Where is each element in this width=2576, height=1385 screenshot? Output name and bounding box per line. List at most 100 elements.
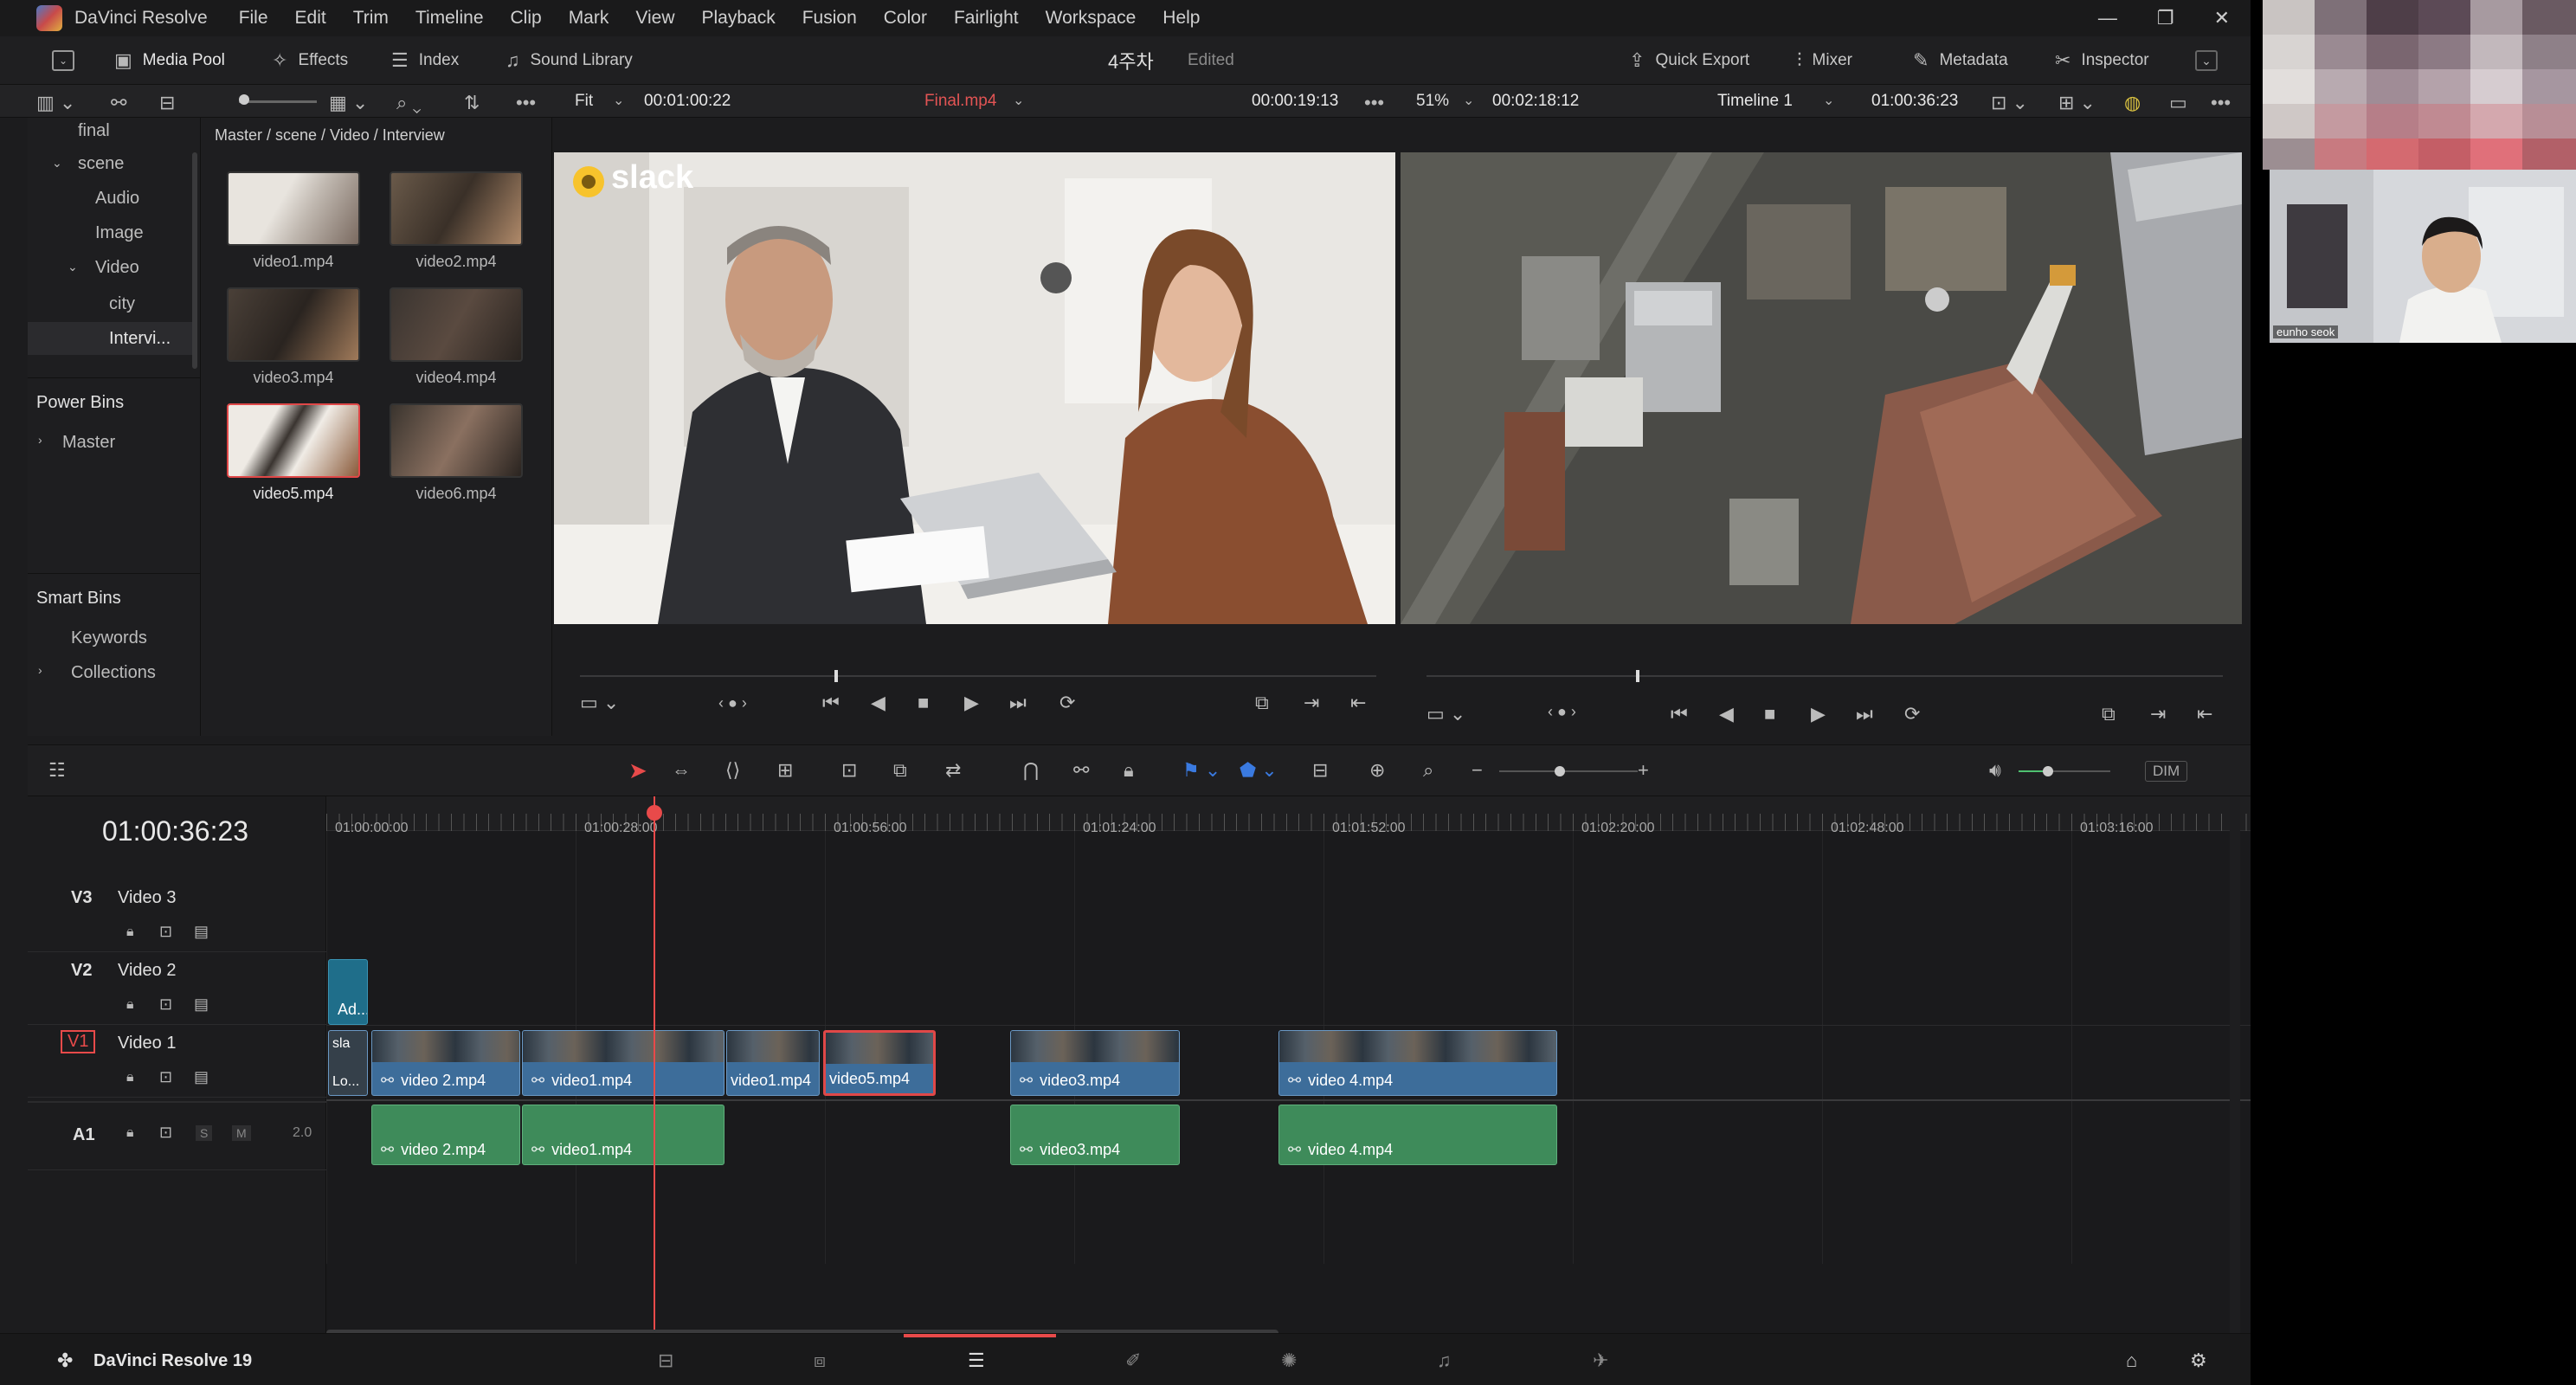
lock-icon[interactable]: 🔒︎ bbox=[126, 1070, 134, 1085]
chevron-down-icon[interactable]: ⌄ bbox=[1463, 92, 1474, 109]
viewer-options-icon[interactable]: ▭ ⌄ bbox=[1426, 703, 1465, 725]
flag-icon[interactable]: ⚑ ⌄ bbox=[1182, 759, 1220, 782]
solo-button[interactable]: S bbox=[196, 1125, 213, 1141]
jog-icon[interactable]: ‹ ● › bbox=[718, 694, 747, 712]
fusion-page-icon[interactable]: ✐ bbox=[1125, 1350, 1141, 1372]
fairlight-page-icon[interactable]: ♫ bbox=[1437, 1350, 1452, 1372]
v1-clip-slack[interactable]: sla Lo... bbox=[328, 1030, 368, 1096]
zoom-full-icon[interactable]: ⊟ bbox=[1312, 759, 1328, 782]
bin-scene[interactable]: scene bbox=[78, 154, 124, 174]
overwrite-clip-icon[interactable]: ⧉ bbox=[893, 759, 907, 782]
menu-mark[interactable]: Mark bbox=[569, 8, 609, 29]
selection-tool-icon[interactable]: ➤ bbox=[628, 757, 647, 784]
stop-icon[interactable]: ■ bbox=[1764, 703, 1775, 725]
home-icon[interactable]: ⌂ bbox=[2126, 1350, 2137, 1372]
a1-clip-video3[interactable]: ⚯ video3.mp4 bbox=[1010, 1105, 1180, 1165]
bin-final[interactable]: final bbox=[78, 121, 110, 141]
media-pool-button[interactable]: ▣ Media Pool bbox=[114, 36, 225, 85]
mark-out-icon[interactable]: ⇤ bbox=[1350, 692, 1366, 714]
zoom-custom-icon[interactable]: ⌕ bbox=[1423, 759, 1433, 782]
menu-clip[interactable]: Clip bbox=[511, 8, 542, 29]
dim-button[interactable]: DIM bbox=[2145, 761, 2188, 782]
lock-icon[interactable]: 🔒︎ bbox=[126, 924, 134, 940]
chevron-down-icon[interactable]: ⌄ bbox=[1013, 92, 1024, 109]
auto-select-icon[interactable]: ⊡ bbox=[159, 1124, 172, 1142]
clip-name-selected[interactable]: video5.mp4 bbox=[211, 485, 376, 503]
zoom-slider[interactable] bbox=[1499, 770, 1638, 772]
track-name[interactable]: Video 3 bbox=[118, 888, 176, 908]
minimize-icon[interactable]: — bbox=[2098, 7, 2117, 29]
source-viewer-frame[interactable]: slack bbox=[554, 152, 1395, 624]
mark-out-icon[interactable]: ⇤ bbox=[2197, 703, 2212, 725]
go-to-start-icon[interactable]: ⏮ bbox=[1671, 703, 1688, 725]
breadcrumb[interactable]: Master / scene / Video / Interview bbox=[215, 126, 445, 145]
a1-clip-video4[interactable]: ⚯ video 4.mp4 bbox=[1278, 1105, 1557, 1165]
clip-name[interactable]: video6.mp4 bbox=[374, 485, 538, 503]
insert-clip-icon[interactable]: ⊡ bbox=[841, 759, 857, 782]
inspector-button[interactable]: ✂ Inspector bbox=[2055, 36, 2149, 85]
index-button[interactable]: ☰ Index bbox=[391, 36, 459, 85]
viewer-options-icon[interactable]: ▭ ⌄ bbox=[580, 692, 619, 714]
clip-thumb-video3[interactable] bbox=[227, 287, 360, 362]
auto-select-icon[interactable]: ⊡ bbox=[159, 995, 172, 1014]
timeline-scrubber[interactable] bbox=[1426, 675, 2223, 677]
more-options-icon[interactable]: ••• bbox=[1364, 92, 1384, 114]
v1-clip-video5-selected[interactable]: video5.mp4 bbox=[823, 1030, 936, 1096]
timeline-playhead[interactable] bbox=[654, 796, 655, 1333]
clip-thumb-video6[interactable] bbox=[390, 403, 523, 478]
v1-clip-video3[interactable]: ⚯ video3.mp4 bbox=[1010, 1030, 1180, 1096]
zoom-in-icon[interactable]: + bbox=[1638, 759, 1649, 782]
a1-clip-video1[interactable]: ⚯ video1.mp4 bbox=[522, 1105, 724, 1165]
zoom-detail-icon[interactable]: ⊕ bbox=[1369, 759, 1385, 782]
bin-scrollbar[interactable] bbox=[192, 152, 197, 369]
deliver-page-icon[interactable]: ✈ bbox=[1593, 1350, 1608, 1372]
menu-help[interactable]: Help bbox=[1162, 8, 1200, 29]
go-to-start-icon[interactable]: ⏮ bbox=[822, 692, 840, 714]
marker-icon[interactable]: ⬟ ⌄ bbox=[1240, 759, 1278, 782]
go-to-end-icon[interactable]: ⏭ bbox=[1009, 692, 1027, 714]
loop-icon[interactable]: ⟳ bbox=[1059, 692, 1075, 714]
trim-tool-icon[interactable]: ⇔ bbox=[672, 759, 691, 782]
clip-list-icon[interactable]: ⊟ bbox=[159, 92, 175, 114]
dynamic-trim-icon[interactable]: ⟨⟩ bbox=[725, 759, 740, 782]
chevron-right-icon[interactable]: › bbox=[38, 433, 42, 447]
mark-in-icon[interactable]: ⇥ bbox=[2150, 703, 2166, 725]
bin-city[interactable]: city bbox=[109, 294, 135, 314]
sound-library-button[interactable]: ♫ Sound Library bbox=[506, 36, 633, 85]
source-scrubber[interactable] bbox=[580, 675, 1376, 677]
more-options-icon[interactable]: ••• bbox=[2211, 92, 2231, 114]
auto-select-icon[interactable]: ⊡ bbox=[159, 923, 172, 941]
cut-page-icon[interactable]: ⧈ bbox=[814, 1350, 826, 1372]
track-visibility-icon[interactable]: ▤ bbox=[194, 995, 209, 1014]
zoom-dropdown[interactable]: 51% bbox=[1416, 92, 1449, 111]
metadata-button[interactable]: ✎ Metadata bbox=[1913, 36, 2008, 85]
loop-icon[interactable]: ⟳ bbox=[1904, 703, 1920, 725]
playhead-handle[interactable] bbox=[647, 805, 662, 821]
clip-name[interactable]: video4.mp4 bbox=[374, 369, 538, 387]
color-page-icon[interactable]: ✺ bbox=[1281, 1350, 1297, 1372]
play-reverse-icon[interactable]: ◀ bbox=[871, 692, 886, 714]
lock-icon[interactable]: 🔒︎ bbox=[126, 1125, 134, 1141]
chevron-down-icon[interactable]: ⌄ bbox=[613, 92, 624, 109]
bin-audio[interactable]: Audio bbox=[95, 189, 139, 209]
lock-icon[interactable]: 🔒︎ bbox=[126, 997, 134, 1013]
thumbnail-size-slider[interactable] bbox=[239, 100, 317, 103]
track-id-active[interactable]: V1 bbox=[61, 1030, 96, 1053]
fit-dropdown[interactable]: Fit bbox=[575, 92, 593, 111]
timeline-name-dropdown[interactable]: Timeline 1 bbox=[1717, 92, 1793, 111]
clip-name[interactable]: video1.mp4 bbox=[211, 253, 376, 271]
v1-clip-video1[interactable]: ⚯ video1.mp4 bbox=[522, 1030, 724, 1096]
zoom-out-icon[interactable]: − bbox=[1472, 759, 1483, 782]
menu-edit[interactable]: Edit bbox=[295, 8, 326, 29]
stop-icon[interactable]: ■ bbox=[918, 692, 929, 714]
quick-export-button[interactable]: ⇪ Quick Export bbox=[1629, 36, 1749, 85]
clip-thumb-video5[interactable] bbox=[227, 403, 360, 478]
menu-fairlight[interactable]: Fairlight bbox=[954, 8, 1019, 29]
source-clip-name[interactable]: Final.mp4 bbox=[924, 92, 996, 111]
menu-fusion[interactable]: Fusion bbox=[802, 8, 857, 29]
edit-page-icon[interactable]: ☰ bbox=[968, 1350, 985, 1372]
v1-clip-video4[interactable]: ⚯ video 4.mp4 bbox=[1278, 1030, 1557, 1096]
menu-timeline[interactable]: Timeline bbox=[415, 8, 484, 29]
chevron-down-icon[interactable]: ⌄ bbox=[68, 260, 78, 274]
timeline-viewer-frame[interactable] bbox=[1401, 152, 2242, 624]
